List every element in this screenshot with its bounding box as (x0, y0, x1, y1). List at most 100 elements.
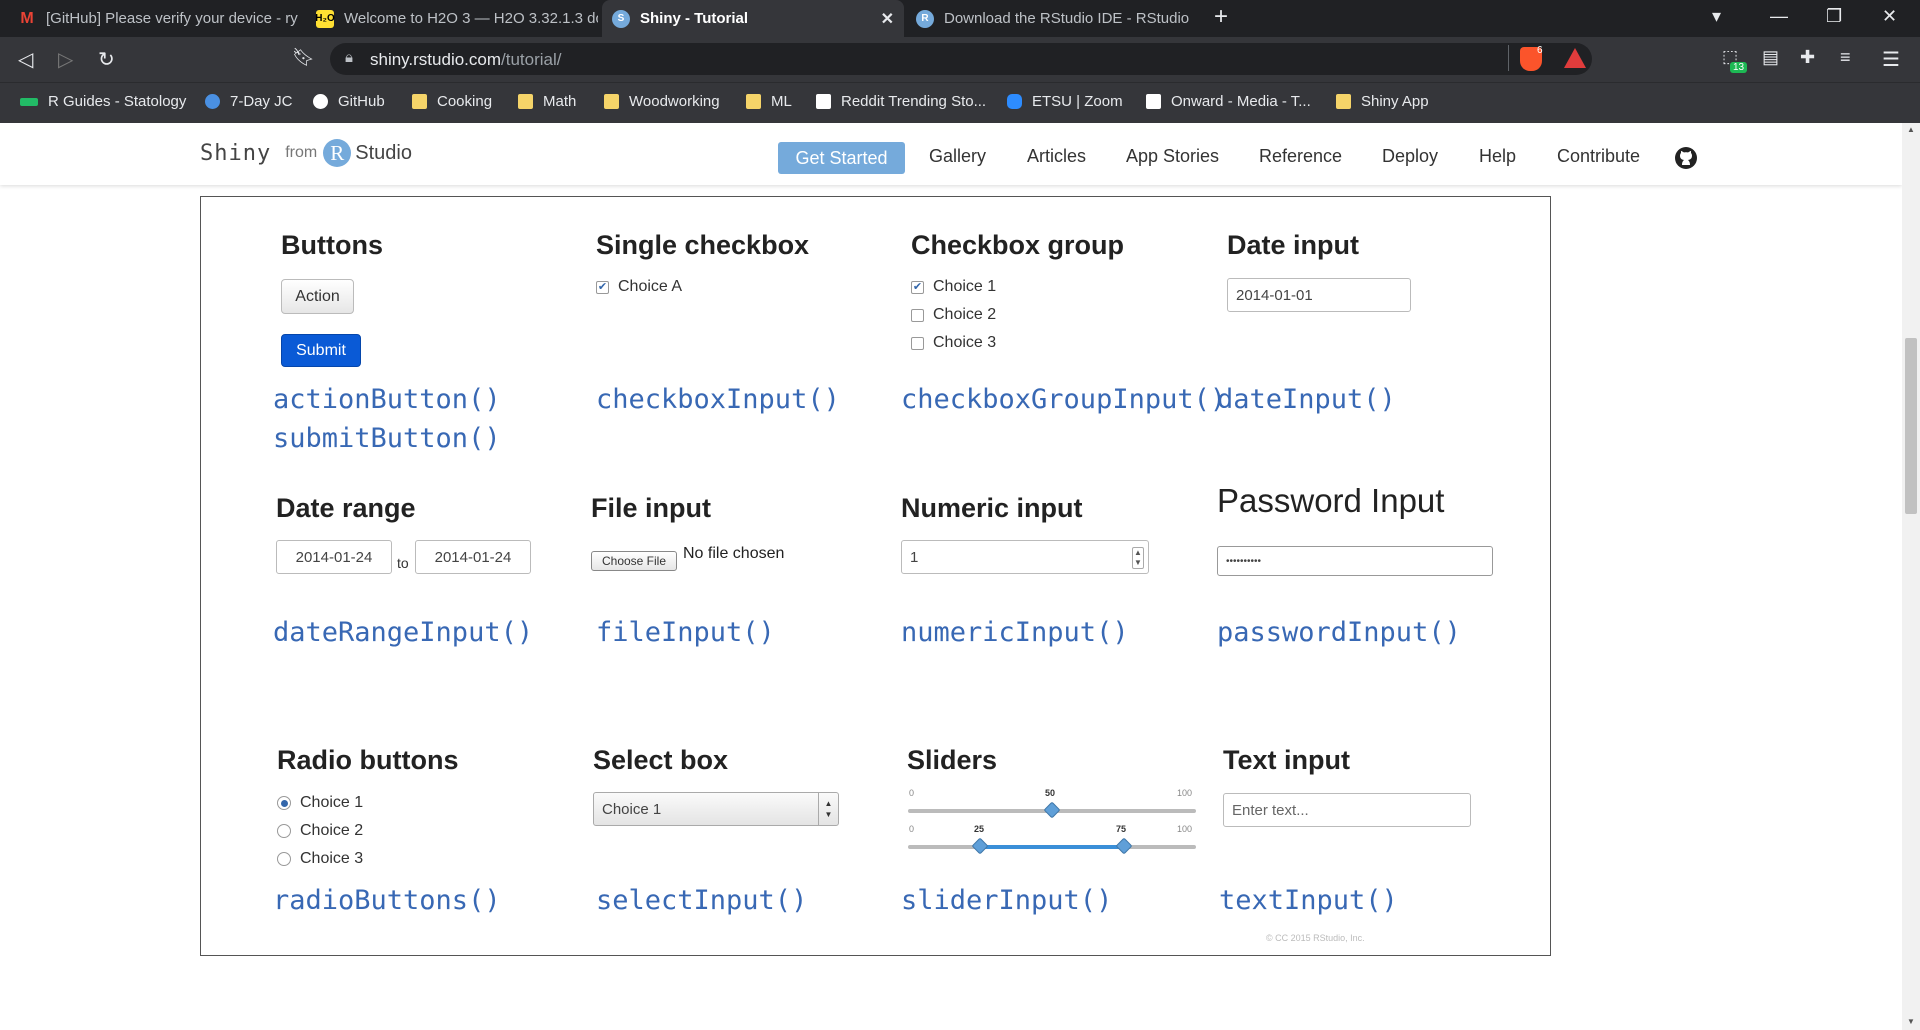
spinner-arrows-icon[interactable]: ▲ ▼ (1132, 547, 1144, 569)
bookmark-icon[interactable]: 🔖︎ (292, 47, 315, 68)
file-input-title: File input (591, 493, 711, 523)
nav-app-stories[interactable]: App Stories (1126, 146, 1219, 167)
nav-contribute[interactable]: Contribute (1557, 146, 1640, 167)
choose-file-button[interactable]: Choose File (591, 551, 677, 571)
select-value: Choice 1 (602, 800, 662, 818)
copyright-footer: © CC 2015 RStudio, Inc. (1266, 933, 1365, 943)
brave-rewards-icon[interactable] (1564, 48, 1586, 68)
bookmark-label: ETSU | Zoom (1032, 93, 1123, 110)
checkbox-label: Choice 2 (933, 306, 997, 323)
radio-unselected-icon[interactable] (277, 824, 291, 838)
radio-unselected-icon[interactable] (277, 852, 291, 866)
zoom-icon (1007, 94, 1022, 109)
bookmark-label: Reddit Trending Sto... (841, 93, 987, 110)
single-checkbox[interactable]: ✔ Choice A (596, 278, 682, 296)
bookmark-item[interactable]: Reddit Trending Sto... (816, 93, 986, 110)
scroll-up-icon[interactable]: ▲ (1907, 125, 1915, 134)
site-header: Shiny from R Studio Get Started Gallery … (0, 123, 1902, 185)
tab-shiny-tutorial[interactable]: S Shiny - Tutorial ✕ (602, 0, 904, 37)
back-icon[interactable]: ◁ (18, 47, 33, 72)
bookmark-label: ML (771, 93, 792, 110)
nav-help[interactable]: Help (1479, 146, 1516, 167)
tab-h2o[interactable]: H₂O Welcome to H2O 3 — H2O 3.32.1.3 dc (306, 0, 598, 37)
bookmark-item[interactable]: R Guides - Statology (20, 93, 186, 110)
range-low-handle[interactable] (971, 837, 989, 855)
nav-gallery[interactable]: Gallery (929, 146, 986, 167)
radio-choice-3[interactable]: Choice 3 (277, 850, 363, 868)
radio-choice-2[interactable]: Choice 2 (277, 822, 363, 840)
page-scrollbar[interactable]: ▲ ▼ (1902, 123, 1920, 1030)
range-high-handle[interactable] (1115, 837, 1133, 855)
new-tab-icon[interactable]: + (1214, 3, 1228, 31)
radio-selected-icon[interactable] (277, 796, 291, 810)
file-status: No file chosen (683, 545, 785, 562)
date-range-end[interactable]: 2014-01-24 (415, 540, 531, 574)
address-bar[interactable]: 🔒︎ shiny.rstudio.com/tutorial/ 6 (330, 43, 1592, 75)
restore-icon[interactable]: ❐ (1826, 6, 1842, 27)
close-tab-icon[interactable]: ✕ (881, 9, 894, 29)
checked-checkbox-icon[interactable]: ✔ (911, 280, 924, 294)
slider-min-label: 0 (909, 788, 915, 798)
numeric-input-field[interactable]: 1 ▲ ▼ (901, 540, 1149, 574)
url-text[interactable]: shiny.rstudio.com/tutorial/ (370, 50, 562, 70)
close-window-icon[interactable]: ✕ (1882, 6, 1897, 27)
tab-github-verify[interactable]: M [GitHub] Please verify your device - r… (8, 0, 300, 37)
radio-choice-1[interactable]: Choice 1 (277, 794, 363, 812)
password-input-field[interactable]: •••••••••• (1217, 546, 1493, 576)
unchecked-checkbox-icon[interactable] (911, 308, 924, 322)
tab-rstudio-download[interactable]: R Download the RStudio IDE - RStudio (906, 0, 1198, 37)
bookmark-folder[interactable]: Woodworking (604, 93, 720, 110)
submit-button[interactable]: Submit (281, 334, 361, 367)
nav-articles[interactable]: Articles (1027, 146, 1086, 167)
folder-icon (412, 94, 427, 109)
playlist-icon[interactable]: ≡ (1840, 47, 1851, 68)
reader-icon[interactable]: ▤ (1762, 47, 1779, 68)
slider-input-fn: sliderInput() (901, 885, 1113, 916)
unchecked-checkbox-icon[interactable] (911, 336, 924, 350)
github-icon[interactable] (1674, 146, 1698, 170)
url-host: shiny.rstudio.com (370, 50, 502, 69)
radio-label: Choice 1 (300, 794, 364, 811)
folder-icon (604, 94, 619, 109)
bookmark-item[interactable]: 7-Day JC (205, 93, 293, 110)
brand-from: from (285, 144, 318, 161)
checked-checkbox-icon[interactable]: ✔ (596, 280, 609, 294)
bookmark-folder[interactable]: Math (518, 93, 576, 110)
scrollbar-thumb[interactable] (1905, 338, 1917, 514)
bookmark-folder[interactable]: Cooking (412, 93, 492, 110)
text-input-title: Text input (1223, 745, 1350, 775)
bookmark-folder[interactable]: Shiny App (1336, 93, 1429, 110)
tab-search-icon[interactable]: ▾ (1712, 6, 1721, 27)
range-high-label: 75 (1116, 824, 1127, 834)
bookmark-label: GitHub (338, 93, 385, 110)
bookmark-item[interactable]: Onward - Media - T... (1146, 93, 1311, 110)
slider-handle[interactable] (1043, 801, 1061, 819)
numeric-value: 1 (910, 548, 919, 566)
extensions-puzzle-icon[interactable]: ✚ (1800, 47, 1815, 68)
bookmark-item[interactable]: GitHub (313, 93, 385, 110)
checkbox-group-choice-2[interactable]: Choice 2 (911, 306, 996, 324)
select-title: Select box (593, 745, 729, 775)
nav-reference[interactable]: Reference (1259, 146, 1342, 167)
shiny-brand[interactable]: Shiny from R Studio (200, 139, 412, 167)
bookmark-folder[interactable]: ML (746, 93, 792, 110)
forward-icon[interactable]: ▷ (58, 47, 73, 72)
checkbox-group-choice-3[interactable]: Choice 3 (911, 334, 996, 352)
range-max-label: 100 (1177, 824, 1193, 834)
select-input-fn: selectInput() (596, 885, 808, 916)
reload-icon[interactable]: ↻ (98, 47, 115, 72)
checkbox-group-choice-1[interactable]: ✔ Choice 1 (911, 278, 996, 296)
bookmark-item[interactable]: ETSU | Zoom (1007, 93, 1123, 110)
menu-icon[interactable]: ☰ (1882, 47, 1900, 72)
select-box[interactable]: Choice 1 ▲ ▼ (593, 792, 839, 826)
date-range-start[interactable]: 2014-01-24 (276, 540, 392, 574)
browser-chrome: M [GitHub] Please verify your device - r… (0, 0, 1920, 123)
minimize-icon[interactable]: — (1770, 6, 1788, 27)
action-button[interactable]: Action (281, 279, 354, 314)
date-input-field[interactable]: 2014-01-01 (1227, 278, 1411, 312)
text-input-field[interactable]: Enter text... (1223, 793, 1471, 827)
nav-deploy[interactable]: Deploy (1382, 146, 1438, 167)
bookmark-label: Woodworking (629, 93, 720, 110)
nav-get-started[interactable]: Get Started (778, 142, 905, 174)
scroll-down-icon[interactable]: ▼ (1907, 1017, 1915, 1026)
